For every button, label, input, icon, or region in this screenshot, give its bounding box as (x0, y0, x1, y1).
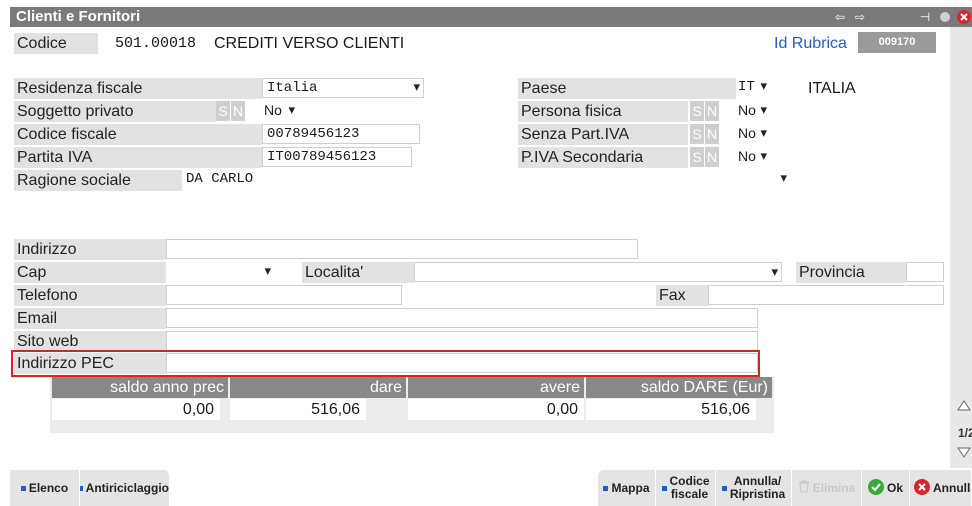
mappa-icon (603, 485, 609, 491)
piva-sec-n-button[interactable]: N (705, 147, 719, 167)
summary-value-dare: 516,06 (230, 399, 366, 420)
telefono-label: Telefono (14, 285, 166, 306)
paese-name: ITALIA (808, 80, 856, 97)
scroll-up-icon[interactable] (956, 398, 972, 412)
window-titlebar: Clienti e Fornitori ⇦ ⇨ ⊣ (10, 7, 972, 27)
partita-iva-label: Partita IVA (14, 147, 262, 168)
id-rubrica-link[interactable]: Id Rubrica (774, 33, 847, 54)
summary-header-dare: dare (230, 377, 406, 398)
cap-label: Cap (14, 262, 166, 283)
senza-partiva-label: Senza Part.IVA (518, 124, 688, 145)
summary-header-avere: avere (408, 377, 584, 398)
piva-sec-s-button[interactable]: S (690, 147, 704, 167)
page-indicator: 1/2 (958, 426, 972, 440)
pec-highlight-box (11, 350, 760, 377)
provincia-label: Provincia (796, 262, 906, 283)
antiriciclaggio-icon (80, 485, 83, 491)
elenco-button[interactable]: Elenco (10, 470, 80, 506)
ragione-sociale-label: Ragione sociale (14, 170, 182, 191)
elenco-icon (20, 485, 26, 491)
summary-value-saldo-dare: 516,06 (586, 399, 756, 420)
ok-button[interactable]: Ok (862, 470, 910, 506)
soggetto-select[interactable]: No (262, 101, 298, 121)
annulla-ripristina-icon (721, 485, 727, 491)
senza-n-button[interactable]: N (705, 124, 719, 144)
indirizzo-input[interactable] (166, 239, 638, 259)
soggetto-s-button[interactable]: S (216, 101, 230, 121)
close-icon[interactable] (956, 9, 972, 25)
paese-select[interactable]: IT (736, 78, 770, 98)
telefono-input[interactable] (166, 285, 402, 305)
partita-iva-input[interactable]: IT00789456123 (262, 147, 412, 167)
summary-header-saldo-anno-prec: saldo anno prec (52, 377, 228, 398)
email-input[interactable] (166, 308, 758, 328)
provincia-input[interactable] (906, 262, 944, 282)
trash-icon (798, 480, 810, 496)
residenza-select[interactable]: Italia (262, 78, 424, 98)
sito-web-label: Sito web (14, 331, 166, 352)
soggetto-n-button[interactable]: N (231, 101, 245, 121)
email-label: Email (14, 308, 166, 329)
soggetto-privato-label: Soggetto privato (14, 101, 216, 122)
persona-select[interactable]: No (736, 101, 770, 121)
id-rubrica-value: 009170 (858, 32, 936, 53)
minimize-icon[interactable] (938, 9, 952, 25)
cap-select[interactable] (166, 262, 274, 282)
check-icon (867, 478, 884, 498)
sito-web-input[interactable] (166, 331, 758, 351)
localita-select[interactable] (414, 262, 782, 282)
codice-fiscale-input[interactable]: 00789456123 (262, 124, 420, 144)
elimina-button[interactable]: Elimina (792, 470, 862, 506)
fax-label: Fax (656, 285, 708, 306)
codice-description: CREDITI VERSO CLIENTI (214, 35, 405, 52)
piva-secondaria-label: P.IVA Secondaria (518, 147, 688, 168)
pin-icon[interactable]: ⊣ (916, 9, 934, 25)
codice-fiscale-label: Codice fiscale (14, 124, 262, 145)
codice-fiscale-icon (661, 485, 667, 491)
persona-fisica-label: Persona fisica (518, 101, 688, 122)
residenza-label: Residenza fiscale (14, 78, 262, 99)
senza-select[interactable]: No (736, 124, 770, 144)
codice-value[interactable]: 501.00018 (115, 33, 196, 54)
summary-value-saldo-anno-prec: 0,00 (52, 399, 220, 420)
persona-n-button[interactable]: N (705, 101, 719, 121)
paese-label: Paese (518, 78, 736, 99)
annulla-ripristina-button[interactable]: Annulla/ Ripristina (716, 470, 792, 506)
codice-label: Codice (14, 33, 98, 54)
localita-label: Localita' (302, 262, 414, 283)
codice-fiscale-button[interactable]: Codice fiscale (656, 470, 716, 506)
annulla-button[interactable]: Annulla (910, 470, 972, 506)
antiriciclaggio-button[interactable]: Antiriciclaggio (80, 470, 170, 506)
scroll-down-icon[interactable] (956, 446, 972, 460)
window-title: Clienti e Fornitori (16, 8, 141, 25)
ragione-sociale-input[interactable]: DA CARLO (182, 170, 790, 190)
piva-sec-select[interactable]: No (736, 147, 770, 167)
fax-input[interactable] (708, 285, 944, 305)
persona-s-button[interactable]: S (690, 101, 704, 121)
summary-header-saldo-dare: saldo DARE (Eur) (586, 377, 772, 398)
mappa-button[interactable]: Mappa (598, 470, 656, 506)
senza-s-button[interactable]: S (690, 124, 704, 144)
previous-record-icon[interactable]: ⇦ (832, 9, 848, 25)
cancel-icon (914, 478, 930, 498)
indirizzo-label: Indirizzo (14, 239, 166, 260)
summary-value-avere: 0,00 (408, 399, 584, 420)
next-record-icon[interactable]: ⇨ (852, 9, 868, 25)
